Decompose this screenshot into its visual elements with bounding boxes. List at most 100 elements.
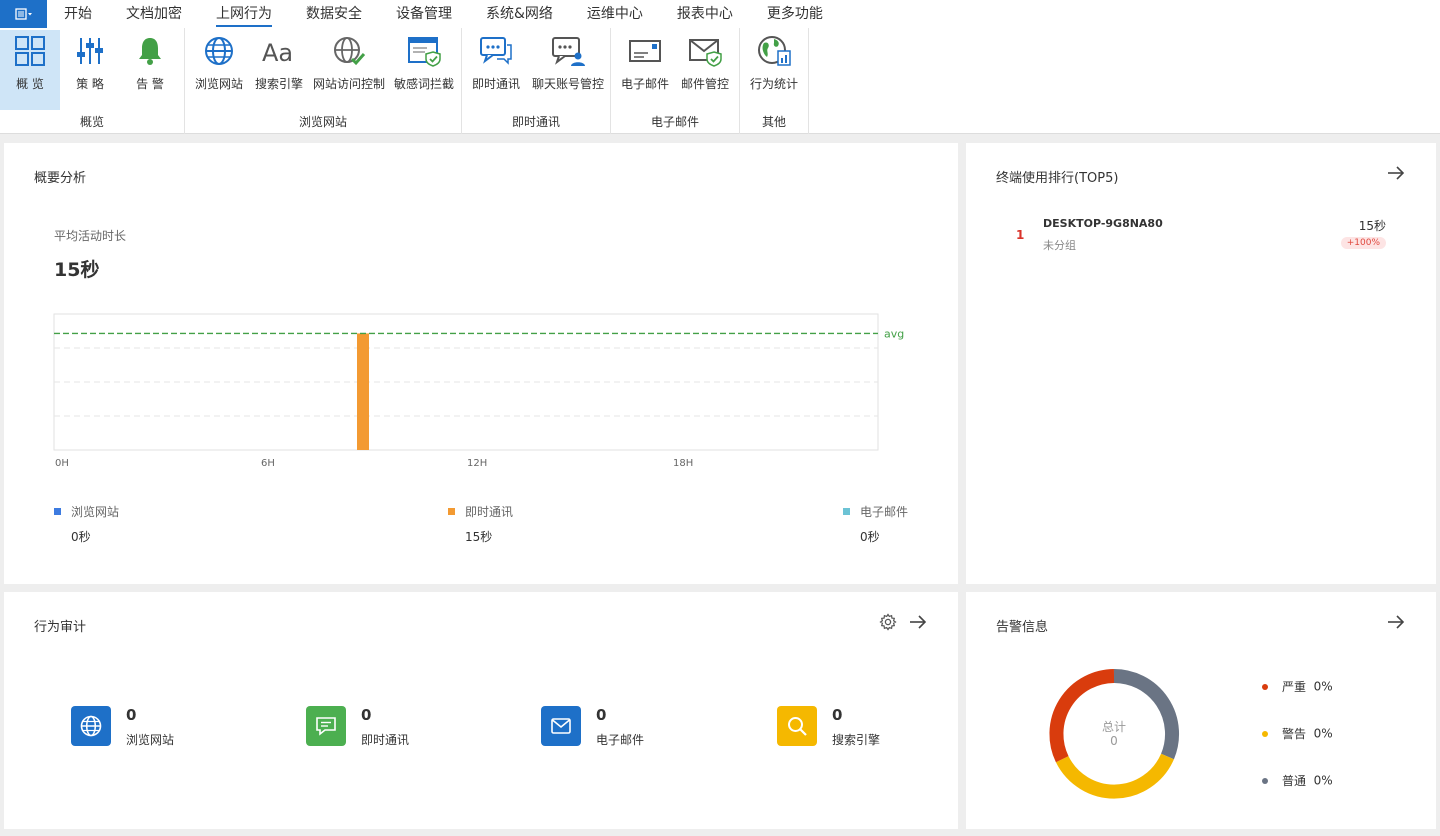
arrow-right-icon bbox=[1388, 166, 1405, 180]
ranking-duration: 15秒 bbox=[1358, 219, 1386, 233]
audit-name-browse-web: 浏览网站 bbox=[126, 733, 175, 747]
ribbon-group-browse: 浏览网站 Aa 搜索引擎 网站访问控制 敏感词拦截 浏览网站 bbox=[185, 28, 462, 134]
policy-button[interactable]: 策 略 bbox=[60, 30, 120, 110]
legend-im: 即时通讯 15秒 bbox=[448, 503, 513, 545]
browse-web-button-label: 浏览网站 bbox=[194, 77, 243, 91]
alert-legend-warning-name: 警告 bbox=[1282, 727, 1307, 741]
behavior-audit-card: 行为审计 0 浏览网站 0 即时通讯 0 电子邮件 0 搜索引擎 bbox=[4, 592, 958, 829]
chart-x-tick: 18H bbox=[673, 458, 693, 469]
font-aa-icon: Aa bbox=[261, 33, 297, 69]
chart-avg-label: avg bbox=[884, 327, 904, 340]
legend-email-swatch bbox=[843, 508, 850, 515]
legend-im-value: 15秒 bbox=[465, 530, 493, 544]
envelope-icon bbox=[627, 33, 663, 69]
terminal-ranking-card: 终端使用排行(TOP5) 1 DESKTOP-9G8NA80 未分组 15秒 +… bbox=[966, 143, 1436, 584]
ribbon-group-email: 电子邮件 邮件管控 电子邮件 bbox=[611, 28, 740, 134]
chart-x-tick: 12H bbox=[467, 458, 487, 469]
ribbon-group-im: 即时通讯 聊天账号管控 即时通讯 bbox=[462, 28, 611, 134]
chat-user-icon bbox=[550, 33, 586, 69]
alert-total-label: 总计 bbox=[1101, 720, 1126, 734]
menu-bar: 开始 文档加密 上网行为 数据安全 设备管理 系统&网络 运维中心 报表中心 更… bbox=[0, 0, 1440, 28]
alert-more-button[interactable] bbox=[1386, 612, 1406, 632]
menu-data-security[interactable]: 数据安全 bbox=[289, 0, 379, 28]
sensitive-word-block-button-label: 敏感词拦截 bbox=[393, 77, 454, 91]
audit-name-search-engine: 搜索引擎 bbox=[832, 733, 881, 747]
site-access-control-button[interactable]: 网站访问控制 bbox=[311, 30, 387, 110]
menu-report-center[interactable]: 报表中心 bbox=[660, 0, 750, 28]
chart-x-tick: 0H bbox=[55, 458, 69, 469]
alert-legend-severe: 严重 0% bbox=[1262, 678, 1333, 695]
ranking-change-badge: +100% bbox=[1340, 237, 1386, 249]
alert-legend-warning-dot bbox=[1262, 730, 1268, 737]
arrow-right-icon bbox=[1388, 615, 1405, 629]
globe-icon bbox=[201, 33, 237, 69]
sensitive-word-block-button[interactable]: 敏感词拦截 bbox=[391, 30, 457, 110]
alert-legend-severe-name: 严重 bbox=[1282, 680, 1307, 694]
arrow-right-icon bbox=[910, 615, 927, 629]
alert-legend-normal-name: 普通 bbox=[1282, 774, 1307, 788]
im-button-label: 即时通讯 bbox=[471, 77, 520, 91]
audit-name-im: 即时通讯 bbox=[361, 733, 410, 747]
envelope-icon bbox=[541, 706, 581, 746]
ribbon-group-label-im: 即时通讯 bbox=[511, 115, 560, 129]
chat-account-control-button-label: 聊天账号管控 bbox=[531, 77, 604, 91]
ribbon-group-label-email: 电子邮件 bbox=[650, 115, 699, 129]
avg-activity-label: 平均活动时长 bbox=[54, 229, 127, 243]
audit-count-im: 0 bbox=[361, 706, 372, 724]
ranking-row[interactable]: 1 DESKTOP-9G8NA80 未分组 15秒 +100% bbox=[996, 215, 1388, 255]
globe-stats-icon bbox=[756, 33, 792, 69]
audit-name-email: 电子邮件 bbox=[596, 733, 645, 747]
menu-ops-center[interactable]: 运维中心 bbox=[570, 0, 660, 28]
app-menu-icon bbox=[14, 8, 32, 20]
grid-icon bbox=[12, 33, 48, 69]
im-button[interactable]: 即时通讯 bbox=[468, 30, 524, 110]
summary-card: 概要分析 平均活动时长 15秒 avg 0H 6H 12H 18H 浏览网站 0秒 即… bbox=[4, 143, 958, 584]
alert-legend-normal: 普通 0% bbox=[1262, 772, 1333, 789]
ranking-more-button[interactable] bbox=[1386, 163, 1406, 183]
window-shield-icon bbox=[406, 33, 442, 69]
chat-bubbles-icon bbox=[478, 33, 514, 69]
menu-start[interactable]: 开始 bbox=[47, 0, 109, 28]
alert-legend-normal-value: 0% bbox=[1313, 773, 1333, 788]
browse-web-button[interactable]: 浏览网站 bbox=[191, 30, 247, 110]
activity-chart: avg 0H 6H 12H 18H bbox=[53, 313, 904, 469]
search-engine-button[interactable]: Aa 搜索引擎 bbox=[251, 30, 307, 110]
alert-button[interactable]: 告 警 bbox=[120, 30, 180, 110]
ribbon-toolbar: 概 览 策 略 告 警 概览 浏览网站 Aa 搜索引擎 网站访问控制 敏感词拦截… bbox=[0, 28, 1440, 134]
chat-account-control-button[interactable]: 聊天账号管控 bbox=[528, 30, 608, 110]
summary-title: 概要分析 bbox=[34, 171, 87, 186]
ranking-title: 终端使用排行(TOP5) bbox=[996, 171, 1119, 186]
overview-button-label: 概 览 bbox=[16, 77, 44, 91]
search-icon bbox=[777, 706, 817, 746]
gear-icon bbox=[879, 613, 897, 631]
app-menu-button[interactable] bbox=[0, 0, 47, 28]
audit-title: 行为审计 bbox=[34, 620, 87, 635]
menu-system-network[interactable]: 系统&网络 bbox=[469, 0, 570, 28]
overview-button[interactable]: 概 览 bbox=[0, 30, 60, 110]
email-button[interactable]: 电子邮件 bbox=[617, 30, 673, 110]
audit-count-browse-web: 0 bbox=[126, 706, 137, 724]
alert-legend-normal-dot bbox=[1262, 777, 1268, 784]
menu-internet-behavior[interactable]: 上网行为 bbox=[199, 0, 289, 28]
chart-x-tick: 6H bbox=[261, 458, 275, 469]
policy-button-label: 策 略 bbox=[76, 77, 104, 91]
menu-doc-encrypt[interactable]: 文档加密 bbox=[109, 0, 199, 28]
donut-segment-warning bbox=[1055, 753, 1174, 799]
sliders-icon bbox=[72, 33, 108, 69]
menu-device-management[interactable]: 设备管理 bbox=[379, 0, 469, 28]
alert-button-label: 告 警 bbox=[136, 77, 164, 91]
legend-browse-web-value: 0秒 bbox=[71, 530, 91, 544]
legend-im-name: 即时通讯 bbox=[465, 505, 514, 519]
audit-count-email: 0 bbox=[596, 706, 607, 724]
behavior-stats-button[interactable]: 行为统计 bbox=[746, 30, 802, 110]
alert-legend-severe-dot bbox=[1262, 683, 1268, 690]
globe-check-icon bbox=[331, 33, 367, 69]
legend-browse-web-name: 浏览网站 bbox=[71, 505, 120, 519]
alert-legend-warning: 警告 0% bbox=[1262, 725, 1333, 742]
email-control-button[interactable]: 邮件管控 bbox=[677, 30, 733, 110]
audit-count-search-engine: 0 bbox=[832, 706, 843, 724]
audit-more-button[interactable] bbox=[908, 612, 928, 632]
audit-settings-button[interactable] bbox=[878, 612, 898, 632]
chart-bar bbox=[357, 333, 369, 450]
menu-more-features[interactable]: 更多功能 bbox=[750, 0, 840, 28]
